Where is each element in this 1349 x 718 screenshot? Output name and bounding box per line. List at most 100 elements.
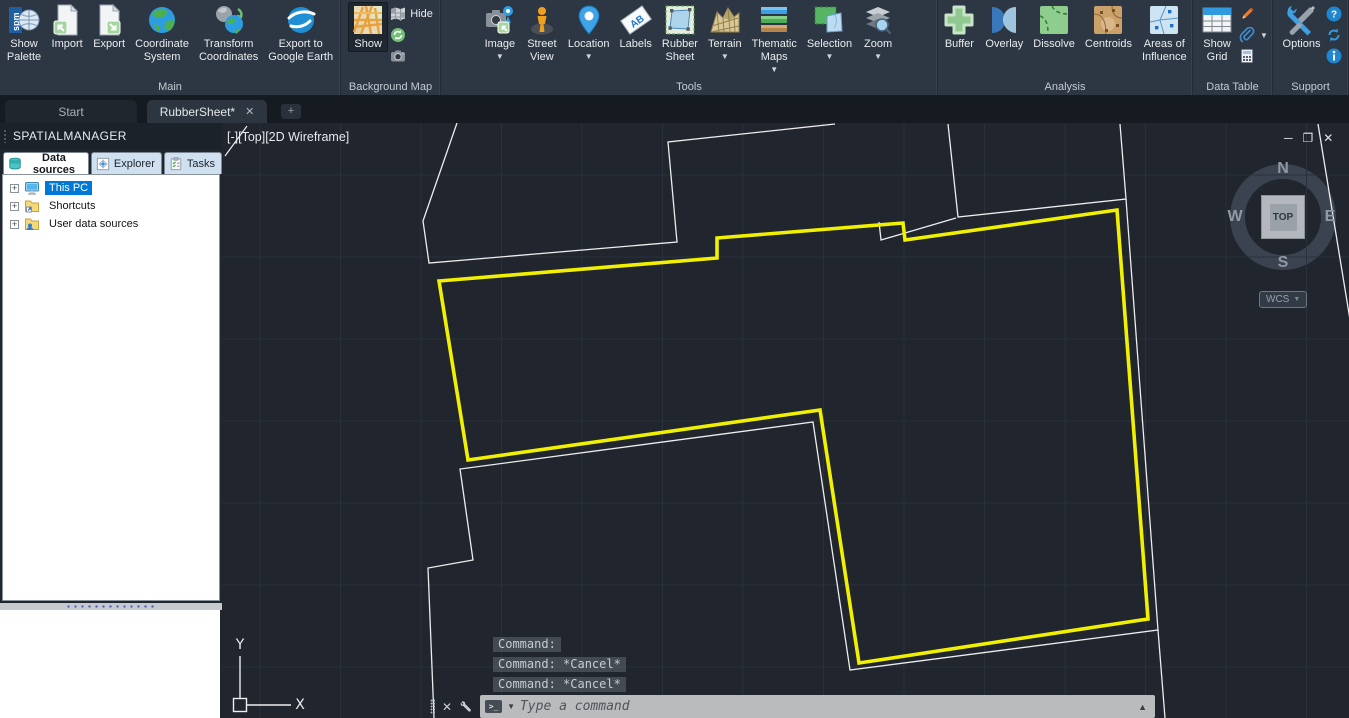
restore-icon[interactable]: ❐ [1303,131,1314,145]
coordinate-system-button[interactable]: Coordinate System [131,2,193,65]
background-map-hide-button[interactable]: Hide [390,5,433,23]
panel-tab-label: Explorer [114,158,155,170]
about-button[interactable] [1326,47,1342,65]
tree-item-shortcuts[interactable]: + Shortcuts [3,197,219,215]
button-label: Selection [807,38,852,51]
drawing-viewport[interactable]: YX [-][Top][2D Wireframe] ─ ❐ ✕ N W E S … [222,123,1349,718]
tab-close-icon[interactable]: ✕ [245,105,254,118]
ribbon-group-main: spmShow PaletteImport Export Coordinate Sy… [0,0,341,95]
background-map-snapshot-button[interactable] [390,47,433,65]
chevron-down-icon[interactable]: ▼ [721,53,729,60]
command-bar-grip[interactable] [430,699,435,714]
rubber-sheet-button[interactable]: Rubber Sheet [658,2,702,65]
field-calculator-button[interactable] [1239,47,1268,65]
command-bar-wrench-icon[interactable] [459,700,473,714]
chevron-down-icon[interactable]: ▼ [770,66,778,73]
show-palette-button[interactable]: spmShow Palette [3,2,45,65]
tree-item-label: This PC [45,181,92,195]
panel-title-bar[interactable]: SPATIALMANAGER [0,123,222,149]
chevron-down-icon[interactable]: ▼ [496,53,504,60]
compass-south-label[interactable]: S [1278,254,1289,272]
compass-west-label[interactable]: W [1227,208,1242,226]
button-label: Image [485,38,516,51]
chevron-down-icon[interactable]: ▼ [874,53,882,60]
tree-expander-icon[interactable]: + [10,220,19,229]
show-grid-button[interactable]: Show Grid [1197,2,1237,65]
centroids-button[interactable]: Centroids [1081,2,1136,52]
tree-item-this-pc[interactable]: + This PC [3,179,219,197]
compass-north-label[interactable]: N [1277,160,1289,178]
ribbon-group-label: Main [0,81,340,93]
viewcube-top-face[interactable]: TOP [1261,195,1305,239]
chevron-down-icon[interactable]: ▼ [585,53,593,60]
areas-of-influence-button[interactable]: Areas of Influence [1138,2,1191,65]
coordinate-system-icon [146,4,178,36]
button-label: Transform Coordinates [199,38,258,64]
command-bar-close-icon[interactable]: ✕ [442,700,452,714]
command-expand-icon[interactable]: ▲ [1138,702,1147,712]
panel-splitter[interactable] [0,603,222,610]
tree-item-label: Shortcuts [45,199,99,213]
update-icon [1326,27,1342,43]
command-input[interactable]: >_ ▼ Type a command ▲ [480,695,1155,718]
image-icon [484,4,516,36]
import-button[interactable]: Import [47,2,87,52]
this-pc-icon [24,180,40,196]
chevron-down-icon[interactable]: ▼ [1260,32,1268,39]
command-dropdown-icon[interactable]: ▼ [507,702,515,711]
zoom-button[interactable]: Zoom▼ [858,2,898,61]
wcs-button[interactable]: WCS ▼ [1259,291,1307,308]
background-map-show-button[interactable]: Show [348,2,388,52]
image-button[interactable]: Image ▼ [480,2,520,61]
button-label: Thematic Maps [752,38,797,64]
thematic-maps-button[interactable]: Thematic Maps ▼ [748,2,801,74]
panel-tab-explorer[interactable]: Explorer [91,152,162,174]
command-bar-tools: ✕ [428,695,480,718]
document-tab-rubbersheet[interactable]: RubberSheet*✕ [147,100,267,123]
button-label: Show Palette [7,38,41,64]
command-prompt-icon[interactable]: >_ [485,700,502,713]
tree-expander-icon[interactable]: + [10,184,19,193]
edit-table-button[interactable] [1239,5,1268,23]
buffer-button[interactable]: Buffer [939,2,979,52]
panel-tab-data-sources[interactable]: Data sources [3,152,89,174]
compass-east-label[interactable]: E [1325,208,1336,226]
chevron-down-icon[interactable]: ▼ [826,53,834,60]
parcel-boundary-polyline [1126,199,1158,630]
ribbon-group-tools: Image ▼ Street ViewLocation▼ABLabelsRubber… [441,0,938,95]
street-view-button[interactable]: Street View [522,2,562,65]
attach-button[interactable]: ▼ [1239,26,1268,44]
viewport-controls-label[interactable]: [-][Top][2D Wireframe] [227,130,349,144]
button-label: Export [93,38,125,51]
background-map-refresh-button[interactable] [390,26,433,44]
ucs-y-label: Y [235,637,245,653]
options-button[interactable]: Options [1279,2,1325,52]
close-icon[interactable]: ✕ [1323,131,1333,145]
button-label: Export to Google Earth [268,38,333,64]
overlay-button[interactable]: Overlay [981,2,1027,52]
labels-button[interactable]: ABLabels [615,2,655,52]
map-hide-icon [390,6,406,22]
transform-coordinates-button[interactable]: Transform Coordinates [195,2,262,65]
terrain-button[interactable]: Terrain▼ [704,2,746,61]
panel-grip-handle[interactable] [3,129,7,143]
panel-tab-tasks[interactable]: Tasks [164,152,222,174]
selection-icon [813,4,845,36]
ribbon-group-label: Analysis [938,81,1192,93]
location-button[interactable]: Location▼ [564,2,614,61]
help-button[interactable]: ? [1326,5,1342,23]
dissolve-button[interactable]: Dissolve [1029,2,1079,52]
tree-expander-icon[interactable]: + [10,202,19,211]
selection-button[interactable]: Selection ▼ [803,2,856,61]
check-updates-button[interactable] [1326,26,1342,44]
map-show-icon [352,4,384,36]
document-tab-start[interactable]: Start [5,100,137,123]
tree-item-user-data-sources[interactable]: +User data sources [3,215,219,233]
minimize-icon[interactable]: ─ [1284,131,1293,145]
new-tab-button[interactable]: + [281,104,301,119]
ucs-origin-box [234,699,247,712]
export-button[interactable]: Export [89,2,129,52]
ribbon-group-label: Tools [441,81,937,93]
export-google-earth-button[interactable]: Export to Google Earth [264,2,337,65]
button-label: Hide [410,8,433,20]
